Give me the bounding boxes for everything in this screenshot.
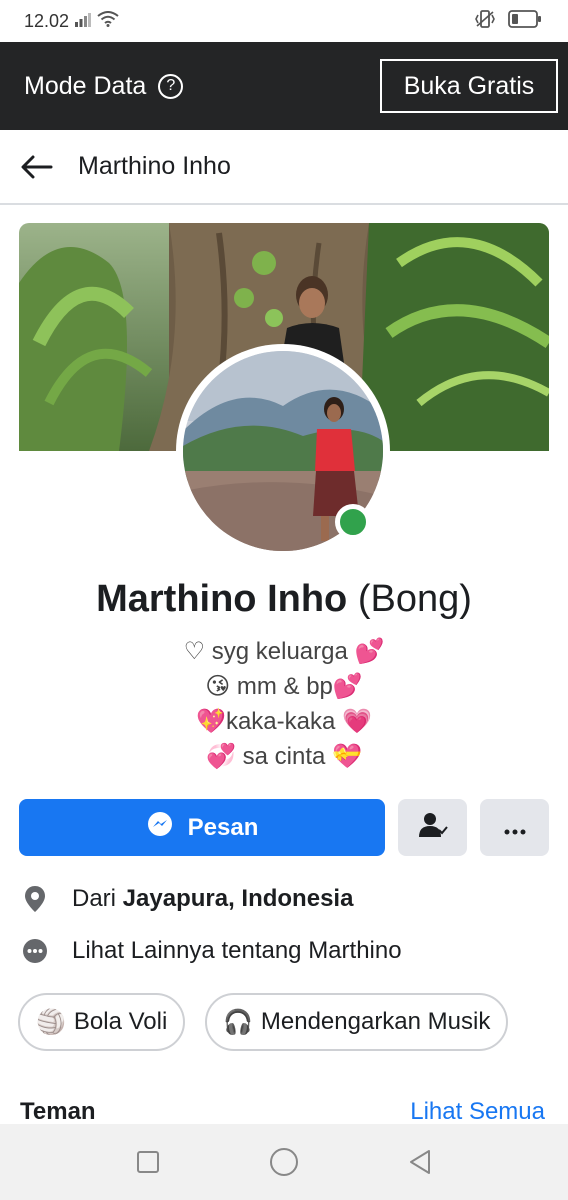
bio-line: 💖kaka-kaka 💗 <box>0 704 568 739</box>
arrow-left-icon[interactable] <box>20 150 54 184</box>
profile-name-alt: (Bong) <box>357 578 472 620</box>
bio-text: 💞 sa cinta <box>206 743 333 770</box>
see-more-label: Lihat Lainnya tentang Marthino <box>72 937 402 964</box>
messenger-icon <box>146 810 174 845</box>
more-options-button[interactable] <box>480 799 549 856</box>
data-mode-title: Mode Data ? <box>24 71 184 101</box>
friend-check-icon <box>418 811 448 844</box>
bio-text: 😘 mm & bp <box>205 673 333 700</box>
friends-section-title: Teman <box>20 1098 96 1125</box>
free-mode-button[interactable]: Buka Gratis <box>380 59 558 113</box>
friend-status-button[interactable] <box>398 799 467 856</box>
interest-chip[interactable]: 🎧 Mendengarkan Musik <box>205 993 509 1051</box>
system-nav-bar <box>0 1124 568 1200</box>
headphones-icon: 🎧 <box>223 1008 253 1036</box>
page-header: Marthino Inho <box>0 130 568 205</box>
signal-icon <box>75 11 92 32</box>
data-mode-bar: Mode Data ? Buka Gratis <box>0 42 568 130</box>
page-title: Marthino Inho <box>78 152 231 180</box>
bio-emoji: 💕 <box>332 673 363 700</box>
more-circle-icon <box>20 936 50 966</box>
wifi-icon <box>97 10 119 32</box>
back-triangle-icon[interactable] <box>400 1142 440 1182</box>
interest-label: Bola Voli <box>73 1008 168 1035</box>
interest-label: Mendengarkan Musik <box>260 1008 491 1035</box>
bio-text: ♡ syg keluarga <box>183 638 355 665</box>
bio-line: 💞 sa cinta 💝 <box>0 739 568 774</box>
status-time-group: 12.02 <box>24 11 119 32</box>
battery-icon <box>508 9 542 33</box>
profile-bio: ♡ syg keluarga 💕 😘 mm & bp💕 💖kaka-kaka 💗… <box>0 634 568 774</box>
bio-emoji: 💗 <box>342 708 372 735</box>
recent-apps-icon[interactable] <box>128 1142 168 1182</box>
message-button-label: Pesan <box>187 813 259 841</box>
profile-name-main: Marthino Inho <box>96 578 348 620</box>
status-bar: 12.02 <box>0 0 568 42</box>
vibrate-icon <box>474 9 496 33</box>
status-time: 12.02 <box>24 10 70 31</box>
profile-name: Marthino Inho (Bong) <box>0 578 568 621</box>
location-pin-icon <box>20 884 50 914</box>
more-dots-icon <box>504 815 526 841</box>
bio-text: 💖kaka-kaka <box>196 708 343 735</box>
see-more-about-row[interactable]: Lihat Lainnya tentang Marthino <box>20 936 550 966</box>
interest-chip[interactable]: 🏐 Bola Voli <box>18 993 186 1051</box>
bio-emoji: 💝 <box>332 743 362 770</box>
bio-line: 😘 mm & bp💕 <box>0 669 568 704</box>
location-row: Dari Jayapura, Indonesia <box>20 884 550 914</box>
message-button[interactable]: Pesan <box>19 799 385 856</box>
home-icon[interactable] <box>264 1142 304 1182</box>
location-prefix: Dari <box>72 885 123 912</box>
see-all-friends-link[interactable]: Lihat Semua <box>410 1098 545 1126</box>
status-right <box>474 9 542 33</box>
help-icon[interactable]: ? <box>158 73 184 99</box>
bio-emoji: 💕 <box>354 638 385 665</box>
online-status-indicator <box>335 504 371 540</box>
data-mode-label: Mode Data <box>24 71 147 100</box>
location-value: Jayapura, Indonesia <box>122 885 354 912</box>
bio-line: ♡ syg keluarga 💕 <box>0 634 568 669</box>
volleyball-icon: 🏐 <box>36 1008 66 1036</box>
